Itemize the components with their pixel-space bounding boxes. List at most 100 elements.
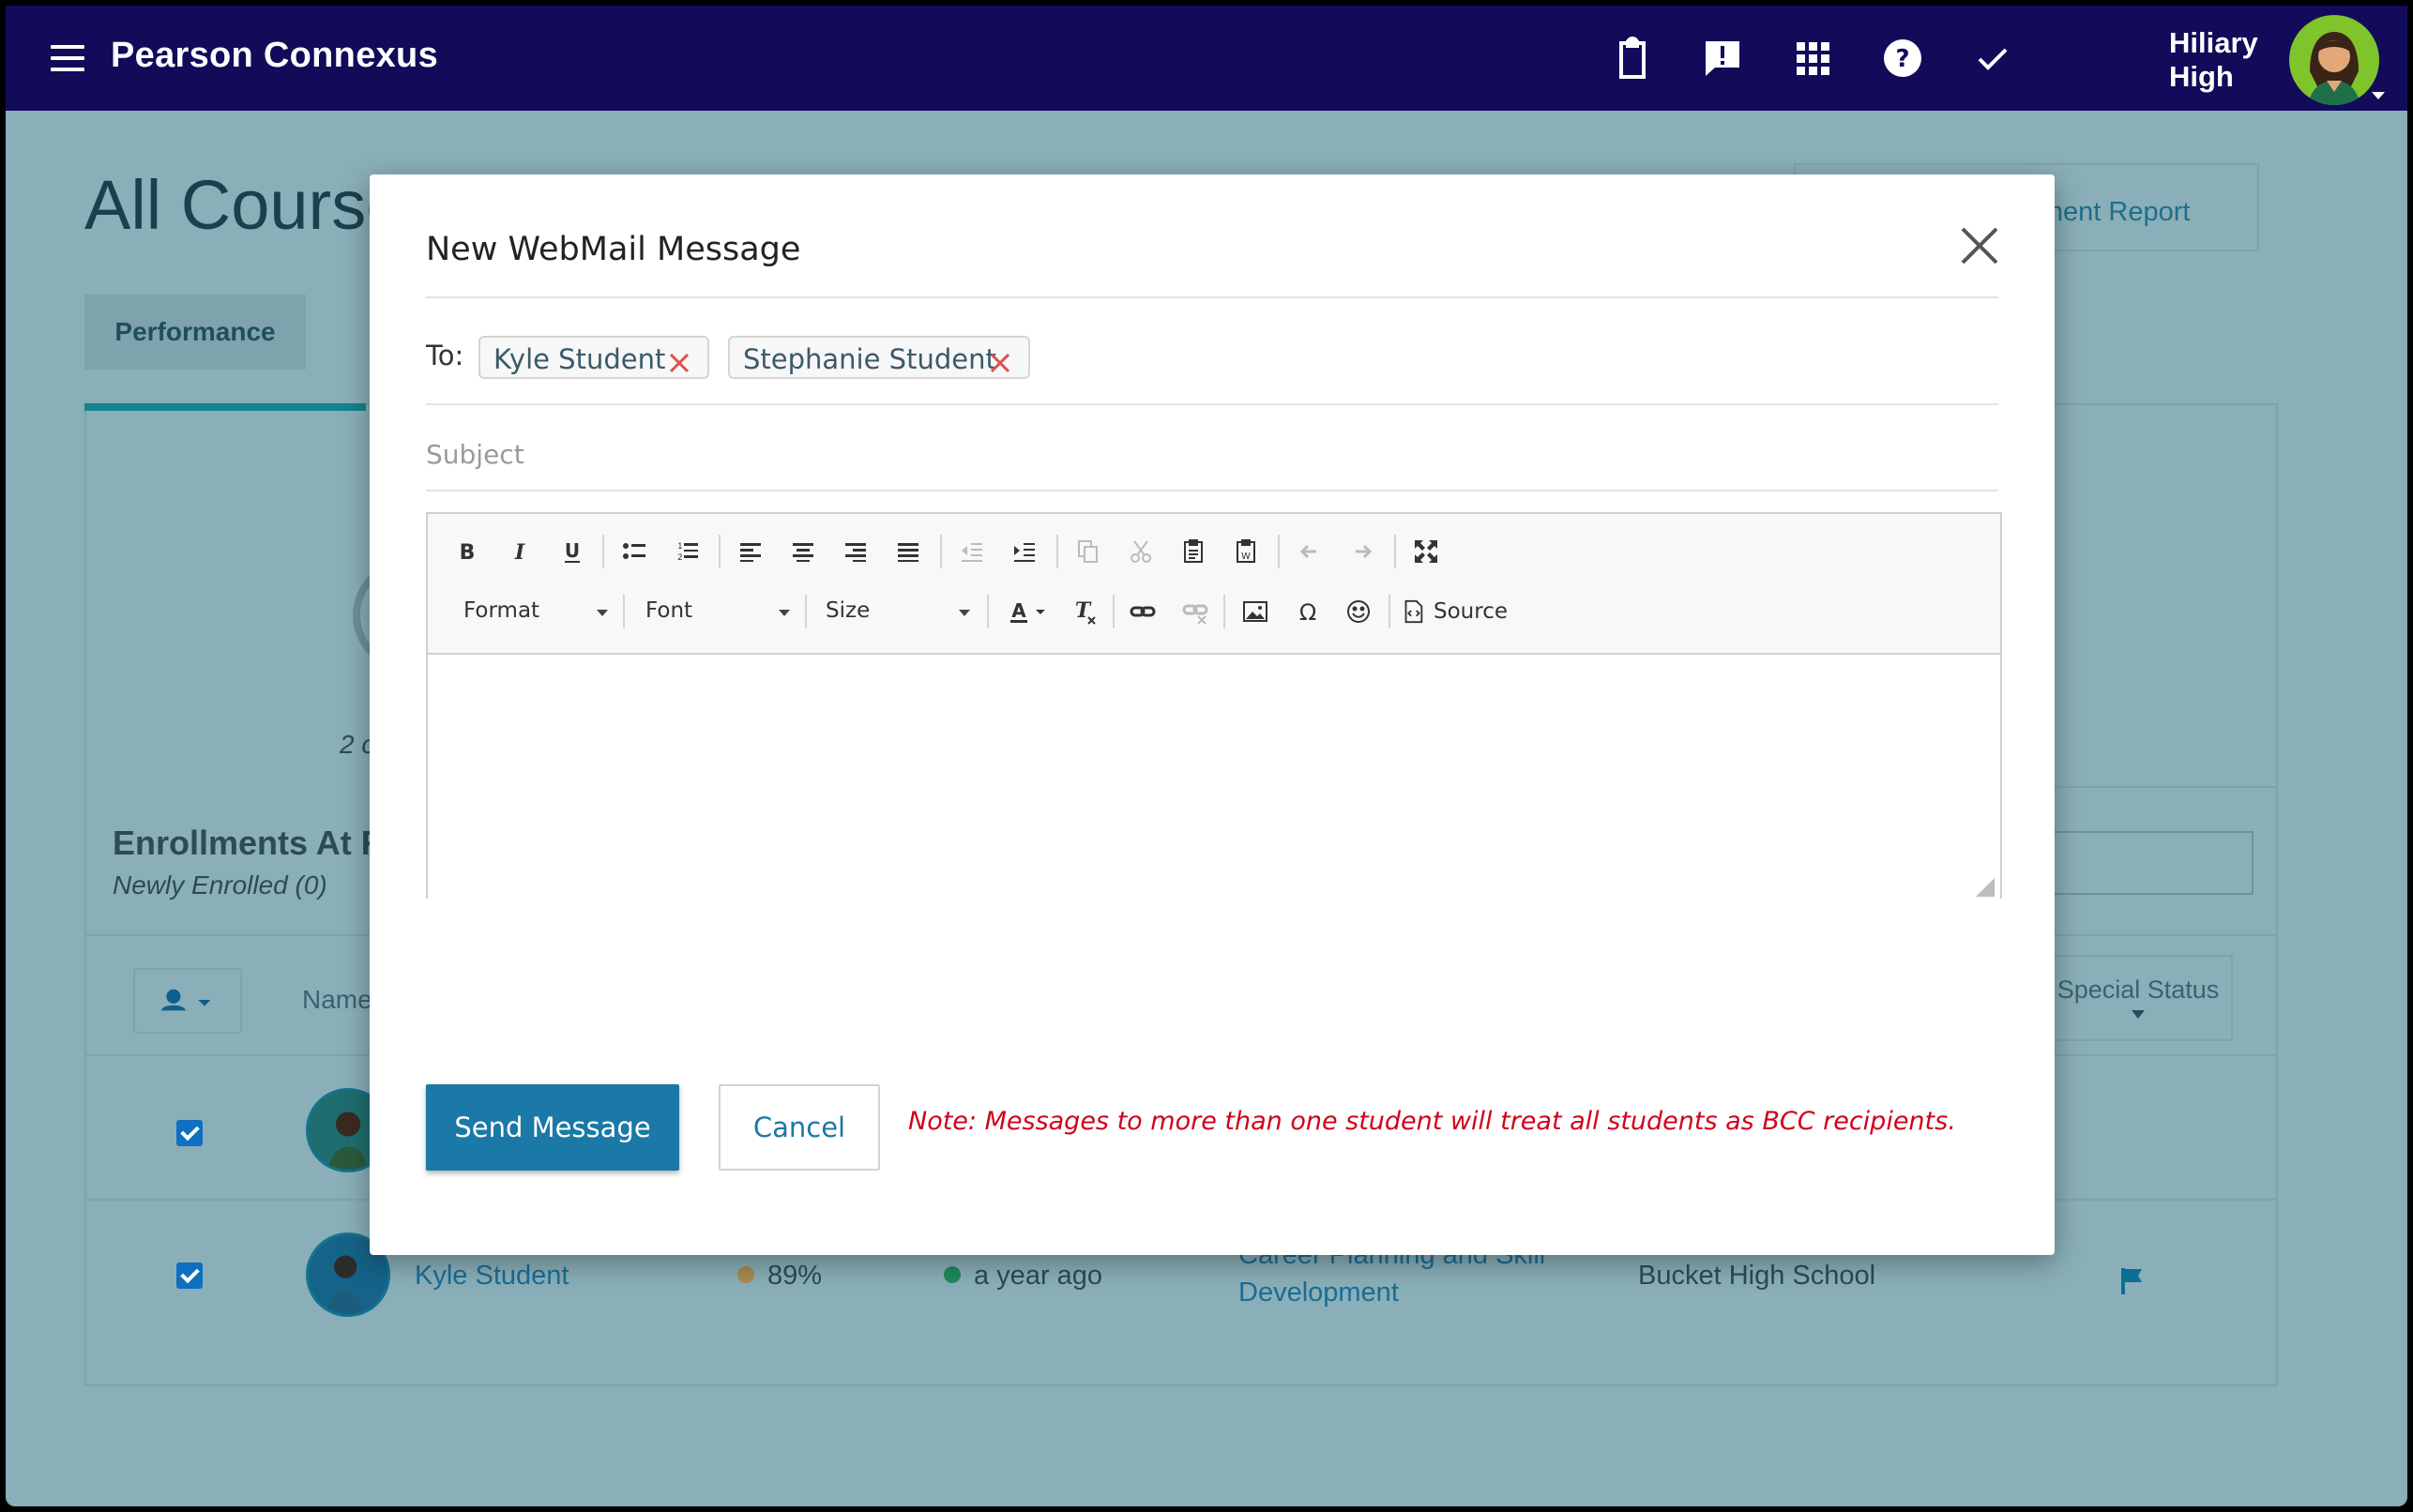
- message-editor: B I U 12 W Format Font Size A T Ω Source: [426, 512, 2002, 1004]
- chevron-down-icon: [959, 610, 970, 616]
- cut-icon[interactable]: [1122, 533, 1160, 570]
- emoji-icon[interactable]: [1340, 593, 1377, 630]
- image-icon[interactable]: [1237, 593, 1274, 630]
- enrollments-subtitle: Newly Enrolled (0): [113, 870, 327, 900]
- school-name: Bucket High School: [1638, 1261, 1876, 1291]
- toolbar-separator: [1278, 535, 1280, 568]
- new-webmail-dialog: New WebMail Message To: Kyle Student Ste…: [370, 174, 2055, 1255]
- toolbar-separator: [1394, 535, 1396, 568]
- special-character-icon[interactable]: Ω: [1289, 593, 1327, 630]
- toolbar-separator: [1113, 595, 1115, 628]
- svg-text:W: W: [1241, 552, 1251, 562]
- remove-recipient-icon[interactable]: [668, 349, 691, 373]
- user-menu-caret-icon[interactable]: [2372, 92, 2385, 99]
- flag-icon[interactable]: [2120, 1266, 2145, 1294]
- toolbar-separator: [940, 535, 942, 568]
- copy-icon[interactable]: [1070, 533, 1107, 570]
- menu-icon[interactable]: [51, 45, 84, 73]
- clipboard-icon[interactable]: [1608, 34, 1657, 83]
- maximize-icon[interactable]: [1407, 533, 1445, 570]
- toolbar-separator: [805, 595, 807, 628]
- toolbar-separator: [1389, 595, 1390, 628]
- recipient-name: Stephanie Student: [743, 343, 996, 375]
- search-input[interactable]: [2051, 831, 2254, 895]
- remove-format-icon[interactable]: T: [1066, 593, 1103, 630]
- svg-text:B: B: [460, 541, 476, 565]
- font-dropdown[interactable]: Font: [645, 593, 790, 630]
- align-center-icon[interactable]: [784, 533, 822, 570]
- toolbar-separator: [719, 535, 721, 568]
- align-right-icon[interactable]: [837, 533, 874, 570]
- recipient-chip[interactable]: Stephanie Student: [728, 336, 1030, 379]
- enrollments-heading: Enrollments At R: [113, 824, 386, 862]
- row-checkbox[interactable]: [176, 1120, 203, 1146]
- bold-icon[interactable]: B: [448, 533, 486, 570]
- svg-text:?: ?: [1895, 45, 1909, 73]
- tab-performance[interactable]: Performance: [84, 295, 306, 370]
- indent-icon[interactable]: [1006, 533, 1043, 570]
- toolbar-separator: [623, 595, 625, 628]
- toolbar-separator: [602, 535, 604, 568]
- editor-toolbar: B I U 12 W Format Font Size A T Ω Source: [428, 514, 2000, 655]
- close-icon[interactable]: [1953, 219, 2006, 272]
- grade-value: 89%: [737, 1261, 822, 1292]
- send-message-button[interactable]: Send Message: [426, 1084, 679, 1171]
- user-name[interactable]: Hiliary High: [2169, 26, 2272, 94]
- recipient-name: Kyle Student: [493, 343, 666, 375]
- underline-icon[interactable]: U: [554, 533, 591, 570]
- message-body-area[interactable]: [428, 655, 2000, 1004]
- italic-icon[interactable]: I: [501, 533, 539, 570]
- source-button[interactable]: Source: [1400, 593, 1522, 630]
- column-header-name[interactable]: Name: [302, 985, 372, 1015]
- apps-grid-icon[interactable]: [1788, 34, 1837, 83]
- chevron-down-icon: [779, 610, 790, 616]
- outdent-icon[interactable]: [953, 533, 991, 570]
- undo-icon[interactable]: [1291, 533, 1328, 570]
- user-avatar[interactable]: [2289, 15, 2379, 105]
- tab-accent-bar: [84, 403, 366, 411]
- resize-handle-icon[interactable]: [1976, 878, 1995, 897]
- size-dropdown-label: Size: [826, 598, 871, 623]
- numbered-list-icon[interactable]: 12: [668, 533, 706, 570]
- toolbar-separator: [1056, 535, 1058, 568]
- align-left-icon[interactable]: [732, 533, 769, 570]
- last-activity: a year ago: [944, 1261, 1102, 1292]
- bulleted-list-icon[interactable]: [615, 533, 653, 570]
- justify-icon[interactable]: [889, 533, 927, 570]
- remove-recipient-icon[interactable]: [989, 349, 1011, 373]
- cancel-button[interactable]: Cancel: [719, 1084, 880, 1171]
- paste-icon[interactable]: [1175, 533, 1212, 570]
- recipient-chip[interactable]: Kyle Student: [478, 336, 709, 379]
- link-icon[interactable]: [1124, 593, 1161, 630]
- student-name-link[interactable]: Kyle Student: [415, 1261, 569, 1292]
- toolbar-separator: [1223, 595, 1225, 628]
- checkmark-icon[interactable]: [1968, 34, 2017, 83]
- text-color-icon[interactable]: A: [1002, 593, 1055, 630]
- special-status-label: Special Status: [2056, 975, 2220, 1004]
- subject-input[interactable]: [426, 428, 1998, 480]
- source-label: Source: [1434, 599, 1508, 624]
- svg-text:2: 2: [677, 553, 683, 563]
- top-app-bar: Pearson Connexus ? Hiliary High: [6, 6, 2407, 111]
- svg-text:1: 1: [677, 542, 683, 552]
- paste-from-word-icon[interactable]: W: [1227, 533, 1265, 570]
- select-users-dropdown[interactable]: [133, 968, 242, 1034]
- grade-status-dot: [737, 1266, 754, 1283]
- last-activity-text: a year ago: [974, 1261, 1103, 1291]
- size-dropdown[interactable]: Size: [826, 593, 970, 630]
- course-link-line: Development: [1238, 1278, 1399, 1308]
- chevron-down-icon: [597, 610, 608, 616]
- alert-icon[interactable]: [1698, 34, 1747, 83]
- column-header-special-status[interactable]: Special Status: [2043, 955, 2233, 1041]
- row-checkbox[interactable]: [176, 1263, 203, 1289]
- unlink-icon[interactable]: [1176, 593, 1214, 630]
- svg-text:A: A: [1011, 599, 1026, 622]
- svg-text:Ω: Ω: [1299, 599, 1316, 626]
- help-icon[interactable]: ?: [1878, 34, 1927, 83]
- format-dropdown[interactable]: Format: [463, 593, 608, 630]
- toolbar-separator: [987, 595, 989, 628]
- app-window: Pearson Connexus ? Hiliary High All Cour…: [6, 6, 2407, 1506]
- grade-text: 89%: [767, 1261, 823, 1291]
- redo-icon[interactable]: [1343, 533, 1381, 570]
- divider: [426, 403, 1998, 405]
